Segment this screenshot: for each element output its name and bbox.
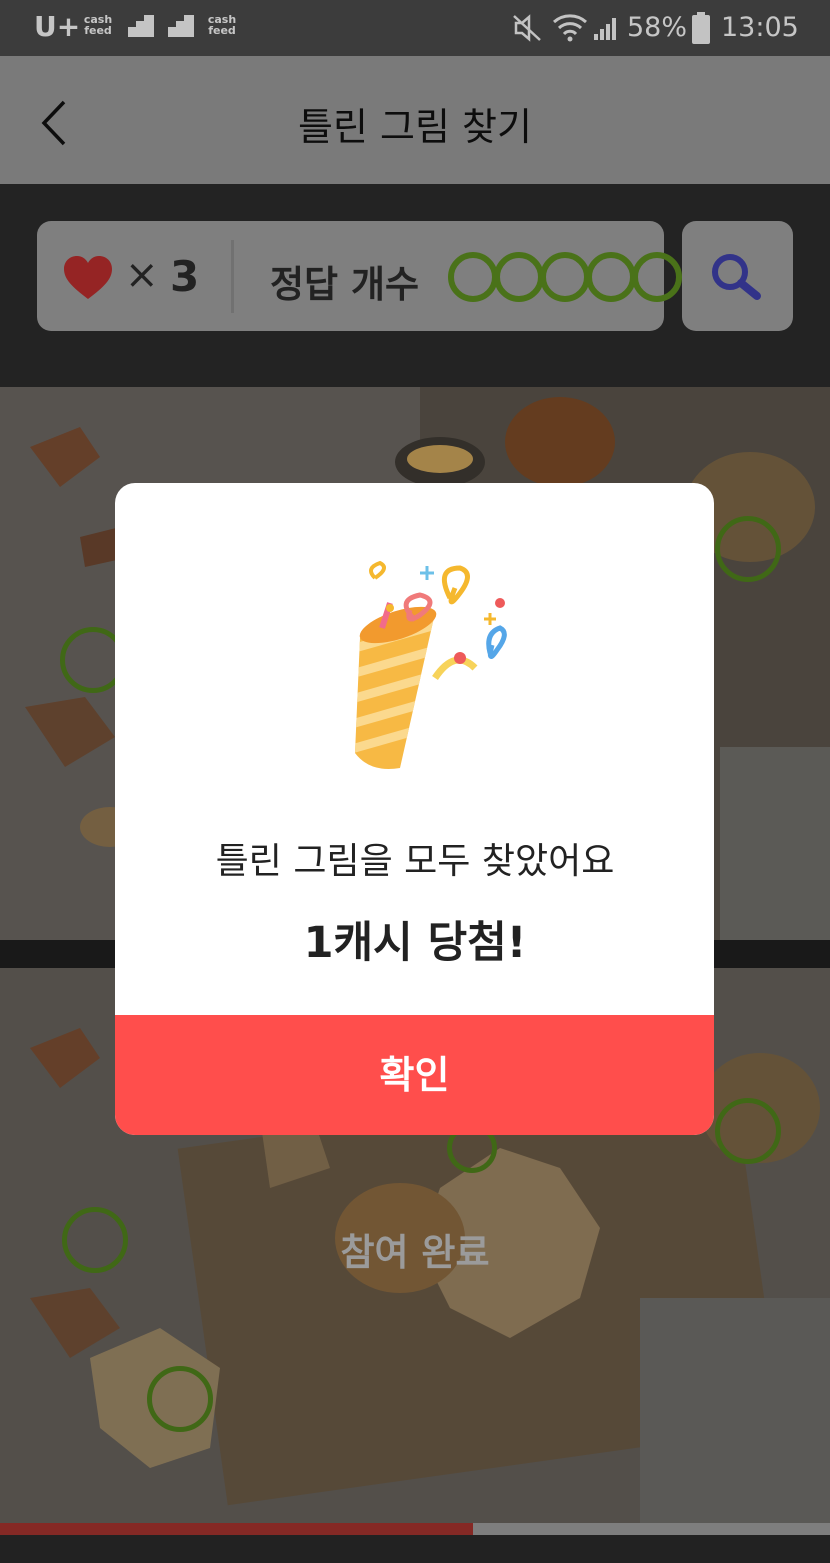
- lives-multiplier: ×: [125, 252, 159, 298]
- found-difference-marker: [147, 1366, 213, 1432]
- dialog-message: 틀린 그림을 모두 찾았어요: [215, 841, 615, 882]
- battery-percent: 58%: [627, 12, 688, 43]
- status-bar: U+ cash feed cash feed 58% 13:05: [0, 0, 830, 56]
- progress-fill: [0, 1523, 474, 1535]
- stair-icon: [128, 15, 154, 37]
- wifi-icon: [553, 14, 587, 42]
- answer-ring: [494, 252, 544, 302]
- answer-ring: [540, 252, 590, 302]
- answers-label: 정답 개수: [270, 263, 420, 306]
- carrier-label: U+: [34, 10, 81, 43]
- battery-icon: [692, 12, 710, 44]
- answer-ring: [586, 252, 636, 302]
- hint-button[interactable]: [682, 221, 793, 331]
- confirm-button[interactable]: 확인: [115, 1015, 714, 1135]
- participation-complete-label: 참여 완료: [340, 1231, 490, 1274]
- found-difference-marker: [715, 1098, 781, 1164]
- bottom-bar: [0, 1535, 830, 1563]
- stair-icon: [168, 15, 194, 37]
- signal-icon: [594, 18, 616, 40]
- page-title: 틀린 그림 찾기: [298, 105, 532, 149]
- dialog-prize: 1캐시 당첨!: [303, 918, 527, 968]
- divider: [231, 240, 234, 313]
- clock: 13:05: [721, 12, 799, 43]
- heart-icon: [64, 256, 112, 299]
- found-difference-marker: [715, 516, 781, 582]
- mute-icon: [513, 14, 541, 42]
- answer-ring: [632, 252, 682, 302]
- lives-count: 3: [170, 252, 200, 301]
- answer-ring: [448, 252, 498, 302]
- search-icon: [712, 254, 761, 300]
- cashfeed-badge: cash feed: [83, 13, 113, 37]
- party-popper-icon: [355, 560, 507, 769]
- cashfeed-badge: cash feed: [207, 13, 237, 37]
- progress-bar: [0, 1523, 830, 1535]
